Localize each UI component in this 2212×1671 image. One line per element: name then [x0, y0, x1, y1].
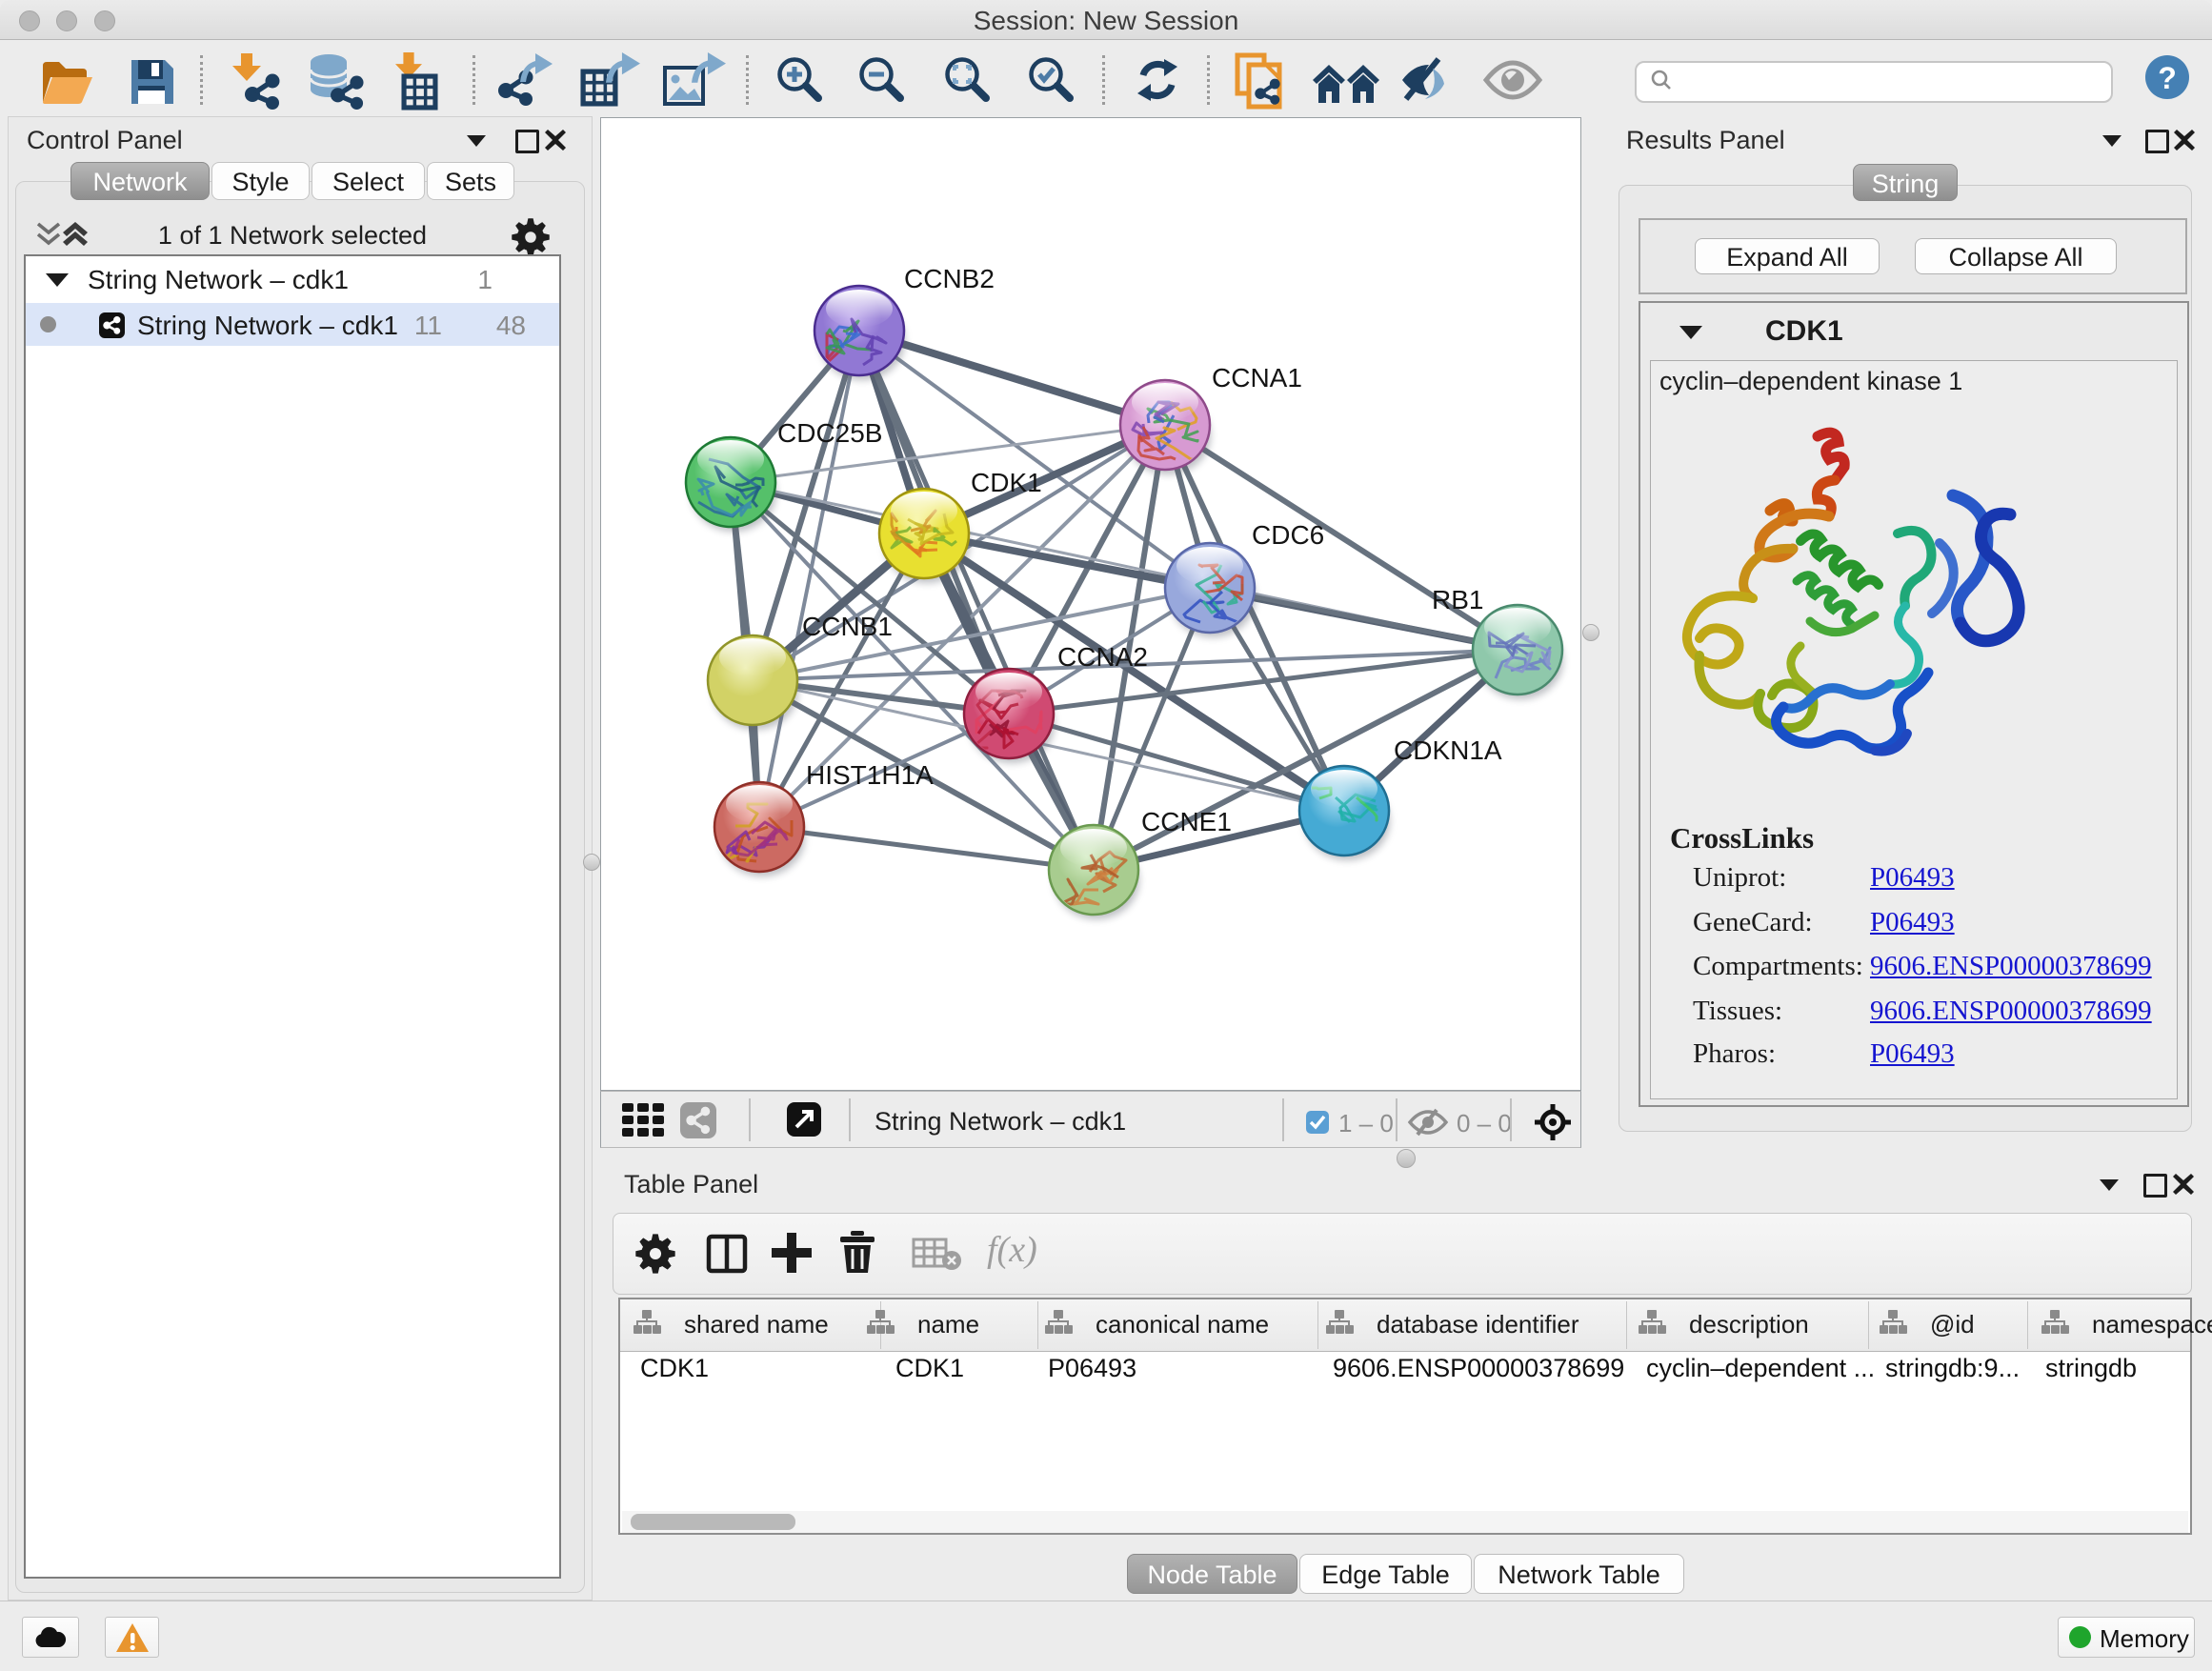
svg-text:CCNA2: CCNA2: [1057, 642, 1148, 672]
svg-text:CDC6: CDC6: [1252, 520, 1324, 550]
svg-text:CCNE1: CCNE1: [1141, 807, 1232, 836]
svg-text:CDC25B: CDC25B: [777, 418, 882, 448]
svg-text:RB1: RB1: [1432, 585, 1483, 614]
svg-text:CDKN1A: CDKN1A: [1394, 735, 1502, 765]
svg-text:HIST1H1A: HIST1H1A: [806, 760, 934, 790]
svg-text:CCNB1: CCNB1: [802, 612, 893, 641]
svg-text:CCNA1: CCNA1: [1212, 363, 1302, 393]
svg-text:CDK1: CDK1: [971, 468, 1042, 497]
svg-text:CCNB2: CCNB2: [904, 264, 995, 293]
